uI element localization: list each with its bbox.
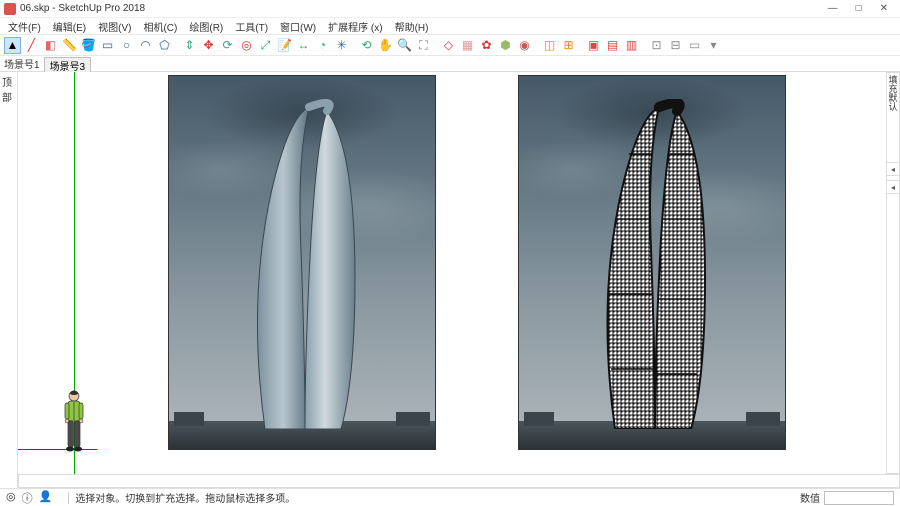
plugin-tool-1[interactable]: ▣ [585, 37, 602, 54]
circle-tool[interactable]: ○ [118, 37, 135, 54]
axes-tool[interactable]: ✳ [333, 37, 350, 54]
tape-measure-tool[interactable]: 📏 [61, 37, 78, 54]
paint-bucket-tool[interactable]: 🪣 [80, 37, 97, 54]
menu-edit[interactable]: 编辑(E) [47, 19, 92, 34]
plugin-tool-2[interactable]: ▤ [604, 37, 621, 54]
menu-tools[interactable]: 工具(T) [229, 19, 274, 34]
status-bar: ◎ ⓘ 👤 选择对象。切换到扩充选择。拖动鼠标选择多项。 数值 [0, 488, 900, 506]
scene-tabs: 场景号1 场景号3 [0, 56, 900, 72]
menu-help[interactable]: 帮助(H) [389, 19, 435, 34]
ruler-v-label: 顶部 [2, 74, 17, 104]
vcb-input[interactable] [824, 491, 894, 505]
horizontal-scrollbar[interactable] [18, 474, 900, 488]
vcb-label: 数值 [800, 490, 820, 505]
menu-extensions[interactable]: 扩展程序 (x) [322, 19, 388, 34]
minimize-button[interactable]: — [828, 3, 838, 14]
polygon-tool[interactable]: ⬠ [156, 37, 173, 54]
rotate-tool[interactable]: ⟳ [219, 37, 236, 54]
plugin-tool-3[interactable]: ▥ [623, 37, 640, 54]
scene-tab-3[interactable]: 场景号3 [44, 57, 92, 73]
text-tool[interactable]: 📝 [276, 37, 293, 54]
unknown-tool-1[interactable]: ✿ [478, 37, 495, 54]
window-title: 06.skp - SketchUp Pro 2018 [20, 3, 828, 14]
credits-status-icon[interactable]: ⓘ [22, 490, 33, 506]
claim-status-icon[interactable]: 👤 [39, 490, 53, 506]
unknown-tool-3[interactable]: ◉ [516, 37, 533, 54]
move-tool[interactable]: ✥ [200, 37, 217, 54]
scale-tool[interactable]: ⤢ [257, 37, 274, 54]
tray-toggle-2[interactable]: ◂ [886, 180, 900, 194]
workspace: 顶部 [0, 72, 900, 488]
menu-draw[interactable]: 绘图(R) [183, 19, 229, 34]
section-display-tool[interactable]: ⊞ [560, 37, 577, 54]
menu-file[interactable]: 文件(F) [2, 19, 47, 34]
menu-view[interactable]: 视图(V) [92, 19, 137, 34]
title-bar: 06.skp - SketchUp Pro 2018 — □ ✕ [0, 0, 900, 18]
push-pull-tool[interactable]: ⇕ [181, 37, 198, 54]
filename-text: 06.skp [20, 3, 49, 14]
close-button[interactable]: ✕ [880, 3, 888, 14]
display-mode-3[interactable]: ▭ [686, 37, 703, 54]
maximize-button[interactable]: □ [856, 3, 862, 14]
line-tool[interactable]: ╱ [23, 37, 40, 54]
viewport[interactable]: 填充默认 ◂ ◂ [18, 72, 900, 488]
vertical-ruler: 顶部 [0, 72, 18, 488]
arc-tool[interactable]: ◠ [137, 37, 154, 54]
menu-camera[interactable]: 相机(C) [137, 19, 183, 34]
orbit-tool[interactable]: ⟲ [358, 37, 375, 54]
scale-figure-icon[interactable] [60, 389, 88, 453]
geolocation-status-icon[interactable]: ◎ [6, 490, 16, 506]
section-tool[interactable]: ◫ [541, 37, 558, 54]
app-icon [4, 3, 16, 15]
app-name-text: SketchUp Pro 2018 [58, 3, 145, 14]
protractor-tool[interactable]: ◔ [314, 37, 331, 54]
zoom-extents-tool[interactable]: ⛶ [415, 37, 432, 54]
eraser-tool[interactable]: ◧ [42, 37, 59, 54]
menu-window[interactable]: 窗口(W) [274, 19, 322, 34]
main-toolbar: ▲╱◧📏🪣▭○◠⬠⇕✥⟳◎⤢📝↔◔✳⟲✋🔍⛶◇▦✿⬢◉◫⊞▣▤▥⊡⊟▭▾ [0, 34, 900, 56]
rectangle-tool[interactable]: ▭ [99, 37, 116, 54]
model-image-right[interactable] [518, 75, 786, 450]
offset-tool[interactable]: ◎ [238, 37, 255, 54]
tower-render [227, 99, 377, 429]
display-mode-2[interactable]: ⊟ [667, 37, 684, 54]
pan-tool[interactable]: ✋ [377, 37, 394, 54]
menu-bar: 文件(F) 编辑(E) 视图(V) 相机(C) 绘图(R) 工具(T) 窗口(W… [0, 18, 900, 34]
dimension-tool[interactable]: ↔ [295, 37, 312, 54]
right-tray-panel[interactable]: 填充默认 [886, 72, 900, 474]
select-tool[interactable]: ▲ [4, 37, 21, 54]
unknown-tool-2[interactable]: ⬢ [497, 37, 514, 54]
front-view-tool[interactable]: ▦ [459, 37, 476, 54]
zoom-tool[interactable]: 🔍 [396, 37, 413, 54]
tower-wireframe [577, 99, 727, 429]
reference-image-left[interactable] [168, 75, 436, 450]
scene-label: 场景号1 [0, 56, 44, 71]
display-mode-1[interactable]: ⊡ [648, 37, 665, 54]
iso-tool[interactable]: ◇ [440, 37, 457, 54]
tray-toggle-1[interactable]: ◂ [886, 162, 900, 176]
display-mode-4[interactable]: ▾ [705, 37, 722, 54]
status-hint: 选择对象。切换到扩充选择。拖动鼠标选择多项。 [75, 490, 295, 505]
